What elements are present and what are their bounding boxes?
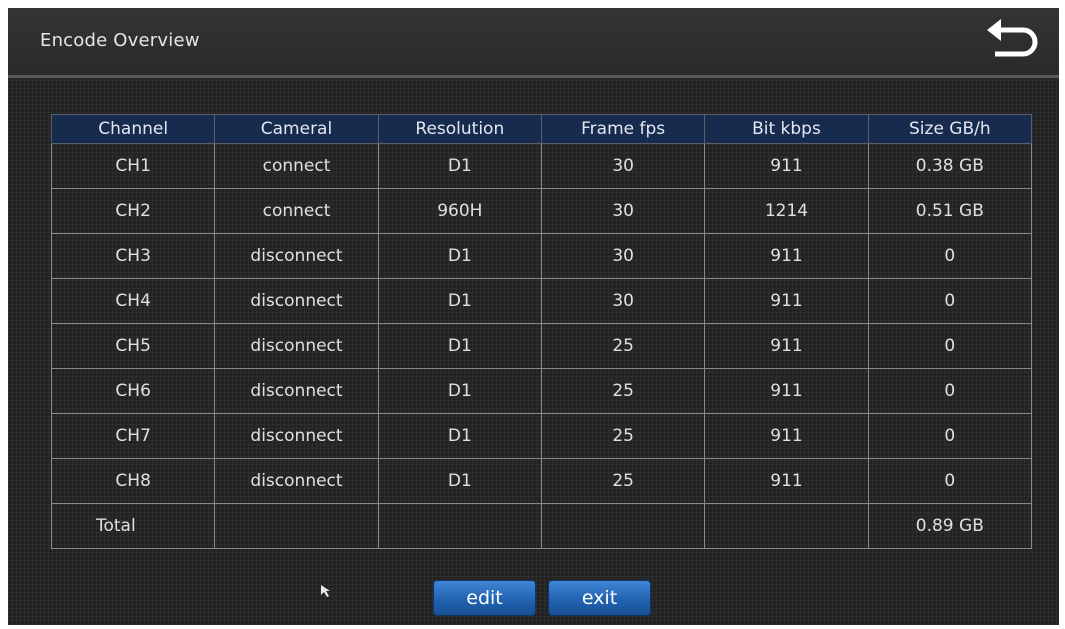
cell-camera: disconnect: [214, 278, 379, 324]
cell-camera: connect: [214, 143, 379, 189]
total-empty-cell: [214, 503, 379, 549]
table-row[interactable]: CH8 disconnect D1 25 911 0: [50, 458, 1033, 504]
cell-resolution: 960H: [377, 188, 542, 234]
cell-size: 0: [867, 233, 1033, 279]
table-header-row: Channel Cameral Resolution Frame fps Bit…: [50, 114, 1033, 144]
cell-channel: CH8: [50, 458, 216, 504]
cell-size: 0: [867, 458, 1033, 504]
back-button[interactable]: [983, 16, 1043, 66]
cell-resolution: D1: [377, 143, 542, 189]
cell-resolution: D1: [377, 323, 542, 369]
column-header-bit-kbps: Bit kbps: [704, 114, 869, 144]
total-label: Total: [50, 503, 216, 549]
cell-frame-fps: 25: [540, 368, 706, 414]
cell-frame-fps: 25: [540, 458, 706, 504]
cell-bit-kbps: 911: [704, 413, 869, 459]
cell-frame-fps: 25: [540, 413, 706, 459]
cell-channel: CH4: [50, 278, 216, 324]
exit-button[interactable]: exit: [548, 580, 651, 616]
cell-size: 0.38 GB: [867, 143, 1033, 189]
encode-table-container: Channel Cameral Resolution Frame fps Bit…: [50, 114, 1033, 549]
total-size: 0.89 GB: [867, 503, 1033, 549]
column-header-frame-fps: Frame fps: [540, 114, 706, 144]
cell-camera: disconnect: [214, 323, 379, 369]
encode-overview-window: Encode Overview Channel Cameral Resoluti…: [8, 8, 1059, 625]
cell-camera: disconnect: [214, 368, 379, 414]
table-row[interactable]: CH2 connect 960H 30 1214 0.51 GB: [50, 188, 1033, 234]
table-row[interactable]: CH1 connect D1 30 911 0.38 GB: [50, 143, 1033, 189]
table-row[interactable]: CH6 disconnect D1 25 911 0: [50, 368, 1033, 414]
cell-resolution: D1: [377, 413, 542, 459]
cell-resolution: D1: [377, 458, 542, 504]
cell-channel: CH1: [50, 143, 216, 189]
total-empty-cell: [704, 503, 869, 549]
return-arrow-icon: [987, 19, 1038, 57]
column-header-size: Size GB/h: [867, 114, 1033, 144]
cell-frame-fps: 30: [540, 188, 706, 234]
cell-size: 0: [867, 278, 1033, 324]
cell-bit-kbps: 911: [704, 233, 869, 279]
cell-camera: connect: [214, 188, 379, 234]
cell-bit-kbps: 911: [704, 323, 869, 369]
cell-resolution: D1: [377, 233, 542, 279]
cell-size: 0.51 GB: [867, 188, 1033, 234]
cell-size: 0: [867, 413, 1033, 459]
encode-table: Channel Cameral Resolution Frame fps Bit…: [50, 114, 1033, 549]
cell-frame-fps: 30: [540, 233, 706, 279]
table-row[interactable]: CH3 disconnect D1 30 911 0: [50, 233, 1033, 279]
cell-bit-kbps: 911: [704, 368, 869, 414]
table-row[interactable]: CH7 disconnect D1 25 911 0: [50, 413, 1033, 459]
page-title: Encode Overview: [40, 30, 200, 51]
cell-channel: CH7: [50, 413, 216, 459]
cell-channel: CH3: [50, 233, 216, 279]
cell-bit-kbps: 911: [704, 458, 869, 504]
cell-camera: disconnect: [214, 233, 379, 279]
title-bar: Encode Overview: [8, 8, 1059, 78]
cell-bit-kbps: 911: [704, 278, 869, 324]
cell-channel: CH6: [50, 368, 216, 414]
cell-channel: CH2: [50, 188, 216, 234]
cell-resolution: D1: [377, 278, 542, 324]
table-row[interactable]: CH5 disconnect D1 25 911 0: [50, 323, 1033, 369]
cell-bit-kbps: 911: [704, 143, 869, 189]
edit-button[interactable]: edit: [433, 580, 536, 616]
cell-size: 0: [867, 323, 1033, 369]
table-row[interactable]: CH4 disconnect D1 30 911 0: [50, 278, 1033, 324]
cell-camera: disconnect: [214, 413, 379, 459]
cell-channel: CH5: [50, 323, 216, 369]
cell-camera: disconnect: [214, 458, 379, 504]
cell-resolution: D1: [377, 368, 542, 414]
total-empty-cell: [377, 503, 542, 549]
cell-frame-fps: 30: [540, 143, 706, 189]
cell-bit-kbps: 1214: [704, 188, 869, 234]
cell-size: 0: [867, 368, 1033, 414]
column-header-channel: Channel: [50, 114, 216, 144]
total-empty-cell: [540, 503, 706, 549]
mouse-cursor-icon: [321, 585, 330, 597]
table-total-row: Total 0.89 GB: [50, 503, 1033, 549]
cell-frame-fps: 25: [540, 323, 706, 369]
column-header-resolution: Resolution: [377, 114, 542, 144]
column-header-camera: Cameral: [214, 114, 379, 144]
cell-frame-fps: 30: [540, 278, 706, 324]
